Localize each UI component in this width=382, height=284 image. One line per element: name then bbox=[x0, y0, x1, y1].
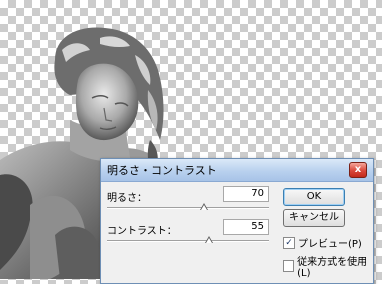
close-icon: x bbox=[354, 164, 362, 175]
contrast-label: コントラスト： bbox=[107, 226, 177, 237]
dialog-title: 明るさ・コントラスト bbox=[107, 164, 217, 177]
contrast-input[interactable]: 55 bbox=[223, 219, 269, 235]
brightness-label: 明るさ： bbox=[107, 193, 147, 204]
preview-option[interactable]: ✓ プレビュー(P) bbox=[283, 235, 362, 250]
preview-checkbox[interactable]: ✓ bbox=[283, 236, 295, 249]
preview-label: プレビュー(P) bbox=[298, 239, 362, 250]
brightness-slider-thumb[interactable] bbox=[200, 203, 209, 210]
cancel-button[interactable]: キャンセル bbox=[283, 209, 345, 227]
contrast-slider-thumb[interactable] bbox=[205, 236, 214, 243]
brightness-slider-track[interactable] bbox=[107, 207, 269, 209]
dialog-titlebar[interactable]: 明るさ・コントラスト x bbox=[101, 159, 373, 182]
legacy-label: 従来方式を使用(L) bbox=[297, 257, 368, 279]
close-button[interactable]: x bbox=[349, 162, 367, 178]
contrast-slider-track[interactable] bbox=[107, 240, 269, 242]
legacy-checkbox[interactable] bbox=[283, 260, 295, 272]
brightness-input[interactable]: 70 bbox=[223, 186, 269, 202]
ok-button[interactable]: OK bbox=[283, 188, 345, 206]
legacy-option[interactable]: 従来方式を使用(L) bbox=[283, 253, 373, 279]
brightness-contrast-dialog: 明るさ・コントラスト x 明るさ： 70 コントラスト： 55 OK キャンセル… bbox=[100, 158, 374, 284]
